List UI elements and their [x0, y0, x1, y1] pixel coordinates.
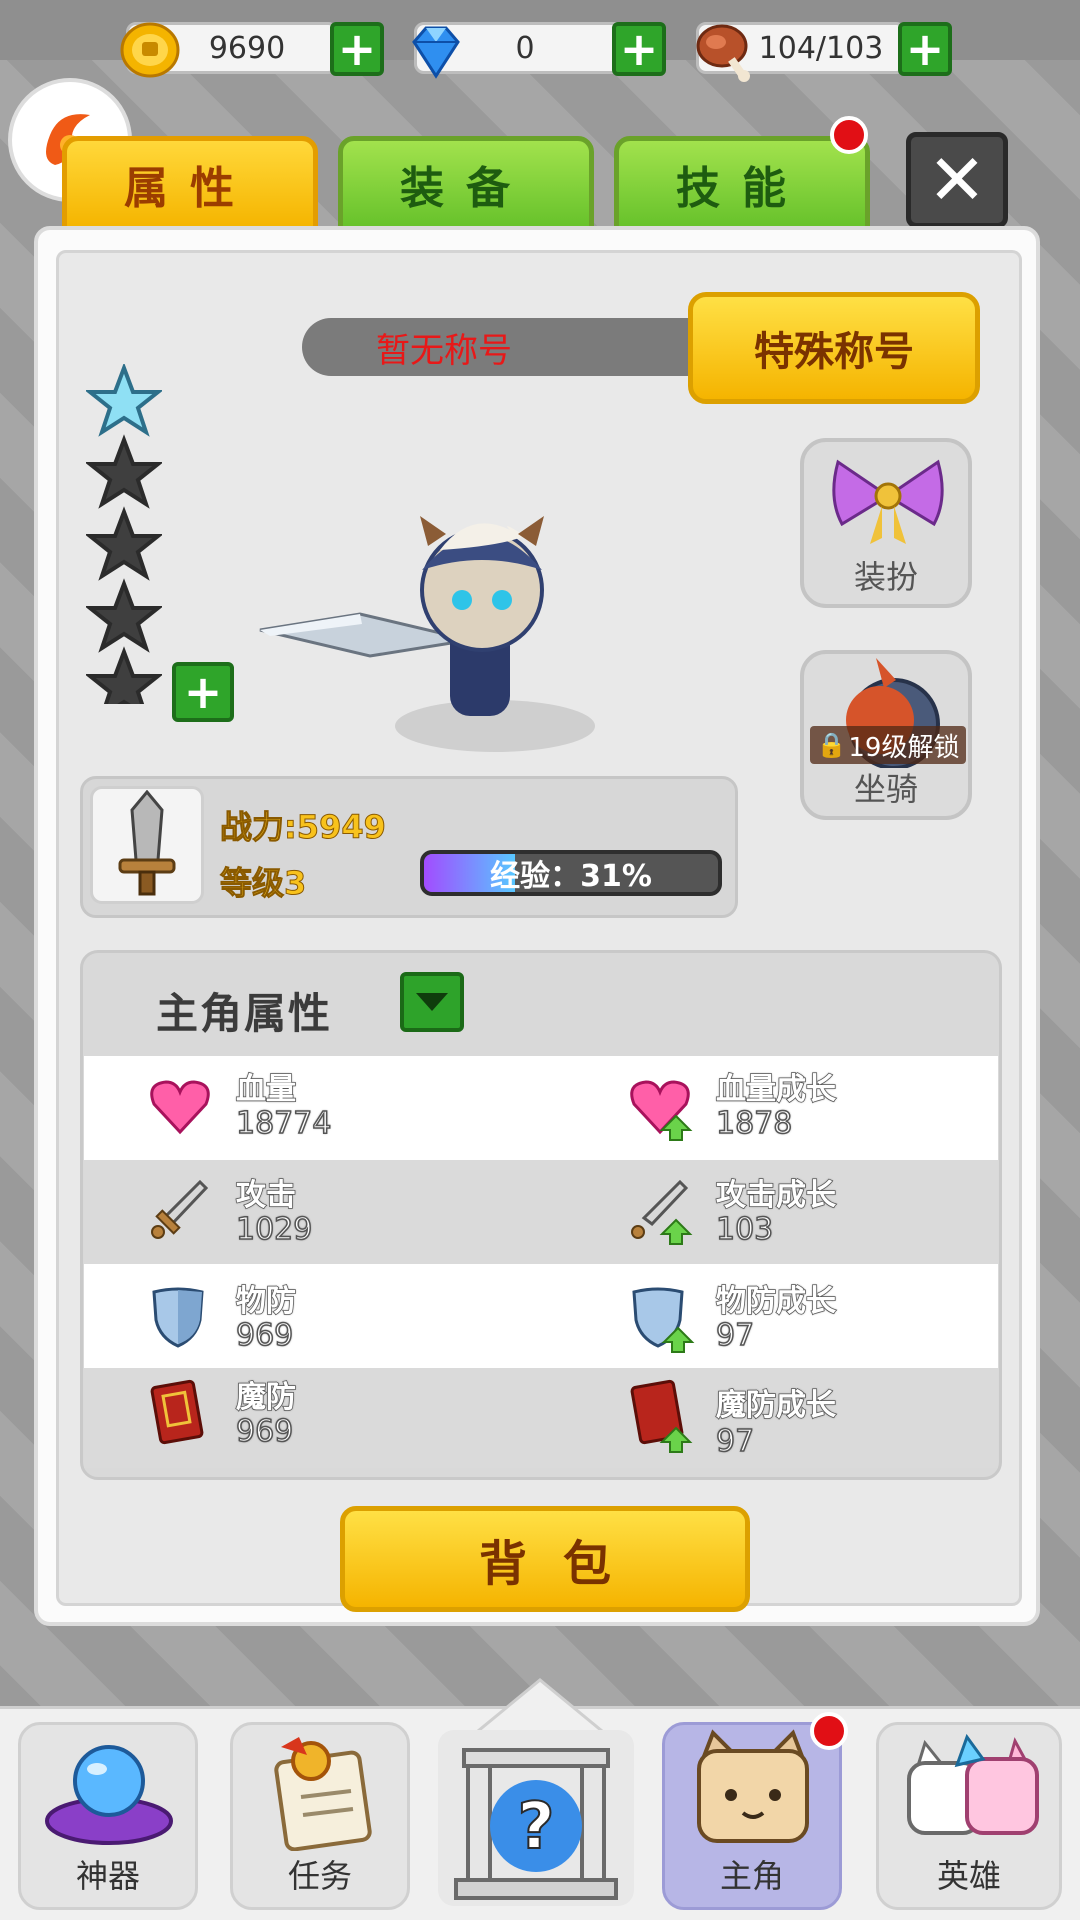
add-gold-button[interactable]: +	[330, 22, 384, 76]
physical-defense-growth-value: 97	[715, 1317, 755, 1354]
gold-coin-icon	[120, 22, 180, 78]
stamina-amount: 104/103	[758, 30, 884, 66]
physical-defense-value: 969	[235, 1317, 294, 1354]
diamond-amount: 0	[515, 30, 535, 66]
star-icons	[84, 362, 164, 721]
attributes-title: 主角属性	[156, 989, 333, 1038]
lock-icon: 🔒	[816, 731, 847, 759]
current-title: 暂无称号	[302, 318, 722, 376]
tab-skills[interactable]: 技能	[614, 136, 870, 232]
heroes-group-icon	[907, 1733, 1039, 1835]
backpack-label: 背包	[478, 1536, 647, 1592]
hp-growth-label: 血量成长	[715, 1071, 837, 1108]
physical-defense-label: 物防	[235, 1283, 297, 1320]
backpack-button[interactable]: 背包	[340, 1506, 750, 1612]
scroll-icon	[274, 1737, 372, 1851]
physical-defense-growth-label: 物防成长	[715, 1283, 837, 1320]
tab-skills-label: 技能	[676, 163, 808, 214]
sword-icon	[118, 790, 176, 896]
chevron-down-icon	[416, 993, 448, 1011]
hp-value: 18774	[235, 1105, 332, 1142]
upgrade-star-button[interactable]: +	[172, 662, 234, 722]
add-stamina-button[interactable]: +	[898, 22, 952, 76]
star-rating	[84, 362, 164, 721]
special-title-button[interactable]: 特殊称号	[688, 292, 980, 404]
magic-defense-growth-label: 魔防成长	[715, 1387, 837, 1424]
close-icon: ✕	[927, 139, 987, 221]
tab-attributes[interactable]: 属性	[62, 136, 318, 232]
nav-quests[interactable]: 任务	[230, 1722, 410, 1910]
hp-growth-value: 1878	[715, 1105, 793, 1142]
attribute-row-hp: 血量 18774 血量成长 1878	[84, 1056, 998, 1160]
mystery-portal-icon: ?	[454, 1748, 618, 1900]
mount-lock-text: 19级解锁	[848, 732, 960, 763]
hero-notification-dot	[810, 1712, 848, 1750]
attribute-row-physical-defense: 物防 969 物防成长 97	[84, 1264, 998, 1368]
nav-artifact-label: 神器	[75, 1857, 140, 1895]
magic-defense-value: 969	[235, 1413, 294, 1450]
nav-artifact[interactable]: 神器	[18, 1722, 198, 1910]
nav-hero-main-label: 主角	[719, 1857, 784, 1895]
attack-label: 攻击	[235, 1177, 297, 1214]
svg-text:?: ?	[517, 1790, 554, 1864]
nav-heroes-label: 英雄	[936, 1857, 1001, 1895]
hero-level: 等级3	[219, 864, 307, 903]
attribute-row-magic-defense: 魔防 969 魔防成长 97	[84, 1368, 998, 1468]
attribute-row-attack: 攻击 1029 攻击成长 103	[84, 1160, 998, 1264]
special-title-label: 特殊称号	[754, 329, 914, 375]
add-diamond-button[interactable]: +	[612, 22, 666, 76]
tab-equipment-label: 装备	[400, 163, 532, 214]
current-title-text: 暂无称号	[376, 330, 512, 371]
cat-face-icon	[697, 1729, 809, 1843]
attack-growth-label: 攻击成长	[715, 1177, 837, 1214]
magic-defense-growth-value: 97	[715, 1423, 755, 1460]
spellbook-icon	[150, 1379, 204, 1445]
hp-label: 血量	[235, 1071, 297, 1108]
diamond-icon	[412, 26, 460, 79]
exp-bar: 经验：31%	[420, 850, 722, 896]
hero-character-icon	[259, 516, 595, 752]
star-1-filled	[84, 362, 164, 437]
meat-icon	[696, 24, 750, 82]
weapon-slot[interactable]	[90, 786, 204, 904]
gold-amount: 9690	[208, 30, 286, 66]
attributes-dropdown-button[interactable]	[400, 972, 464, 1032]
sword-growth-icon	[631, 1179, 693, 1245]
magic-defense-label: 魔防	[235, 1379, 297, 1416]
outfit-button[interactable]: 装扮	[800, 438, 972, 608]
combat-power: 战力:5949	[220, 808, 387, 847]
shield-icon	[152, 1287, 204, 1348]
spellbook-growth-icon	[630, 1379, 693, 1453]
close-button[interactable]: ✕	[906, 132, 1008, 228]
attack-value: 1029	[235, 1211, 313, 1248]
mount-lock-badge: 🔒 19级解锁	[810, 726, 966, 764]
skills-notification-dot	[830, 116, 868, 154]
nav-hero-main[interactable]: 主角	[662, 1722, 842, 1910]
exp-label: 经验：31%	[490, 859, 652, 894]
nav-mystery[interactable]: ?	[438, 1730, 634, 1906]
mount-label: 坐骑	[853, 770, 918, 808]
magic-orb-icon	[45, 1745, 173, 1845]
heart-icon	[150, 1080, 210, 1135]
outfit-label: 装扮	[853, 558, 918, 596]
sword-attack-icon	[151, 1179, 208, 1239]
nav-notch	[472, 1678, 608, 1736]
nav-quests-label: 任务	[287, 1857, 352, 1895]
nav-heroes[interactable]: 英雄	[876, 1722, 1062, 1910]
heart-growth-icon	[630, 1080, 693, 1141]
tab-equipment[interactable]: 装备	[338, 136, 594, 232]
hero-character	[250, 490, 630, 774]
bow-icon	[832, 459, 944, 544]
shield-growth-icon	[632, 1287, 695, 1353]
mount-button[interactable]: 🔒 19级解锁 坐骑	[800, 650, 972, 820]
attack-growth-value: 103	[715, 1211, 774, 1248]
tab-attributes-label: 属性	[124, 163, 256, 214]
